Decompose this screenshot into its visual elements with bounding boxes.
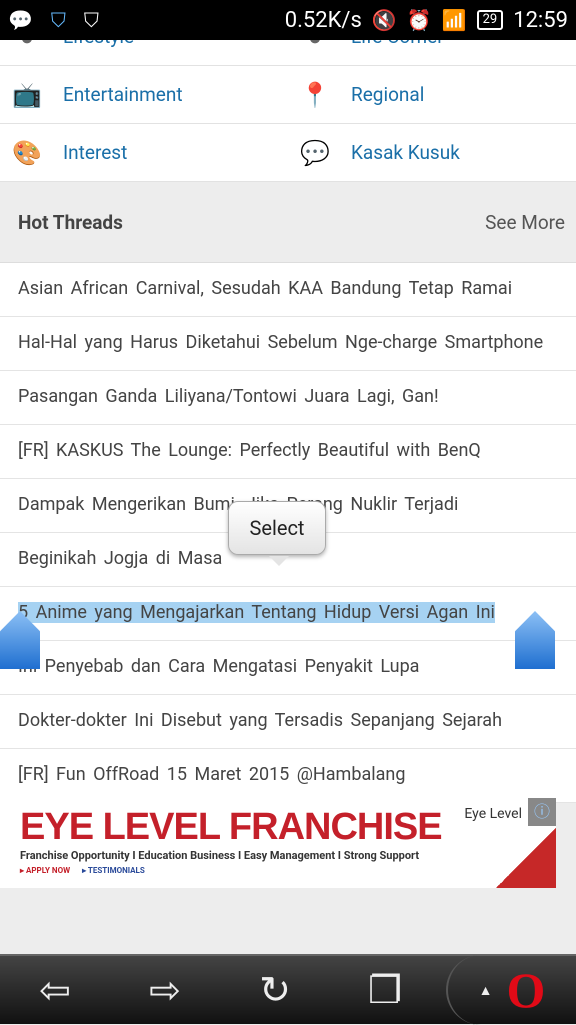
opera-logo-icon: O	[506, 962, 546, 1018]
bbm-icon: 💬	[8, 8, 33, 32]
select-popup[interactable]: Select	[228, 501, 326, 566]
ad-logo: Eye Level	[464, 806, 522, 822]
category-regional[interactable]: 📍 Regional	[288, 81, 576, 109]
reload-icon[interactable]: ↻	[220, 968, 330, 1013]
thread-item[interactable]: Dokter-dokter Ini Disebut yang Tersadis …	[0, 695, 576, 749]
ad-banner[interactable]: EYE LEVEL FRANCHISE Franchise Opportunit…	[0, 798, 556, 888]
thread-title: [FR] KASKUS The Lounge: Perfectly Beauti…	[18, 440, 481, 461]
thread-item[interactable]: [FR] Fun OffRoad 15 Maret 2015 @Hambalan…	[0, 749, 576, 803]
thread-title: Beginikah Jogja di Masa	[18, 548, 223, 569]
location-pin-icon: 📍	[300, 80, 330, 109]
back-arrow-icon[interactable]: ⇦	[0, 968, 110, 1013]
chevron-up-icon: ▲	[478, 982, 493, 999]
chat-icon: 💬	[300, 138, 330, 167]
tv-icon: 📺	[12, 80, 42, 109]
thread-title: [FR] Fun OffRoad 15 Maret 2015 @Hambalan…	[18, 764, 406, 785]
info-icon[interactable]: ⓘ	[528, 798, 556, 826]
thread-item[interactable]: 5 Anime yang Mengajarkan Tentang Hidup V…	[0, 587, 576, 641]
thread-item[interactable]: Pasangan Ganda Liliyana/Tontowi Juara La…	[0, 371, 576, 425]
clock: 12:59	[513, 7, 568, 33]
thread-title: Pasangan Ganda Liliyana/Tontowi Juara La…	[18, 386, 439, 407]
thread-title: Asian African Carnival, Sesudah KAA Band…	[18, 278, 513, 299]
mute-icon: 🔇	[371, 8, 397, 32]
status-bar: 💬 ⛉ ⛉ 0.52K/s 🔇 ⏰ 📶 29 12:59	[0, 0, 576, 40]
opera-menu-button[interactable]: ▲ O	[446, 955, 576, 1025]
forward-arrow-icon[interactable]: ⇨	[110, 968, 220, 1013]
battery-indicator: 29	[476, 10, 504, 30]
thread-item[interactable]: Hal-Hal yang Harus Diketahui Sebelum Nge…	[0, 317, 576, 371]
browser-toolbar: ⇦ ⇨ ↻ ❐ ▲ O	[0, 954, 576, 1025]
thread-title: 5 Anime yang Mengajarkan Tentang Hidup V…	[18, 602, 495, 623]
hot-threads-header: Hot Threads See More	[0, 182, 576, 262]
tabs-icon[interactable]: ❐	[330, 968, 440, 1013]
testimonials-link[interactable]: ▸ TESTIMONIALS	[82, 866, 145, 875]
palette-icon: 🎨	[12, 138, 42, 167]
thread-title: Ini Penyebab dan Cara Mengatasi Penyakit…	[18, 656, 420, 677]
thread-item[interactable]: Ini Penyebab dan Cara Mengatasi Penyakit…	[0, 641, 576, 695]
ad-decoration	[496, 828, 556, 888]
alarm-icon: ⏰	[406, 8, 432, 32]
shield-icon: ⛉	[50, 8, 66, 32]
category-kasak-kusuk[interactable]: 💬 Kasak Kusuk	[288, 139, 576, 167]
apply-now-link[interactable]: ▸ APPLY NOW	[20, 866, 70, 875]
ad-headline: EYE LEVEL FRANCHISE	[20, 806, 443, 848]
thread-title: Dokter-dokter Ini Disebut yang Tersadis …	[18, 710, 503, 731]
shield-check-icon: ⛉	[83, 8, 99, 32]
network-speed: 0.52K/s	[284, 7, 362, 33]
category-interest[interactable]: 🎨 Interest	[0, 139, 288, 167]
category-entertainment[interactable]: 📺 Entertainment	[0, 81, 288, 109]
section-title: Hot Threads	[18, 210, 123, 234]
thread-title: Hal-Hal yang Harus Diketahui Sebelum Nge…	[18, 332, 544, 353]
thread-item[interactable]: [FR] KASKUS The Lounge: Perfectly Beauti…	[0, 425, 576, 479]
ad-subtitle: Franchise Opportunity I Education Busine…	[20, 849, 420, 862]
thread-item[interactable]: Asian African Carnival, Sesudah KAA Band…	[0, 263, 576, 317]
see-more-link[interactable]: See More	[485, 211, 565, 234]
signal-icon: 📶	[441, 8, 467, 32]
